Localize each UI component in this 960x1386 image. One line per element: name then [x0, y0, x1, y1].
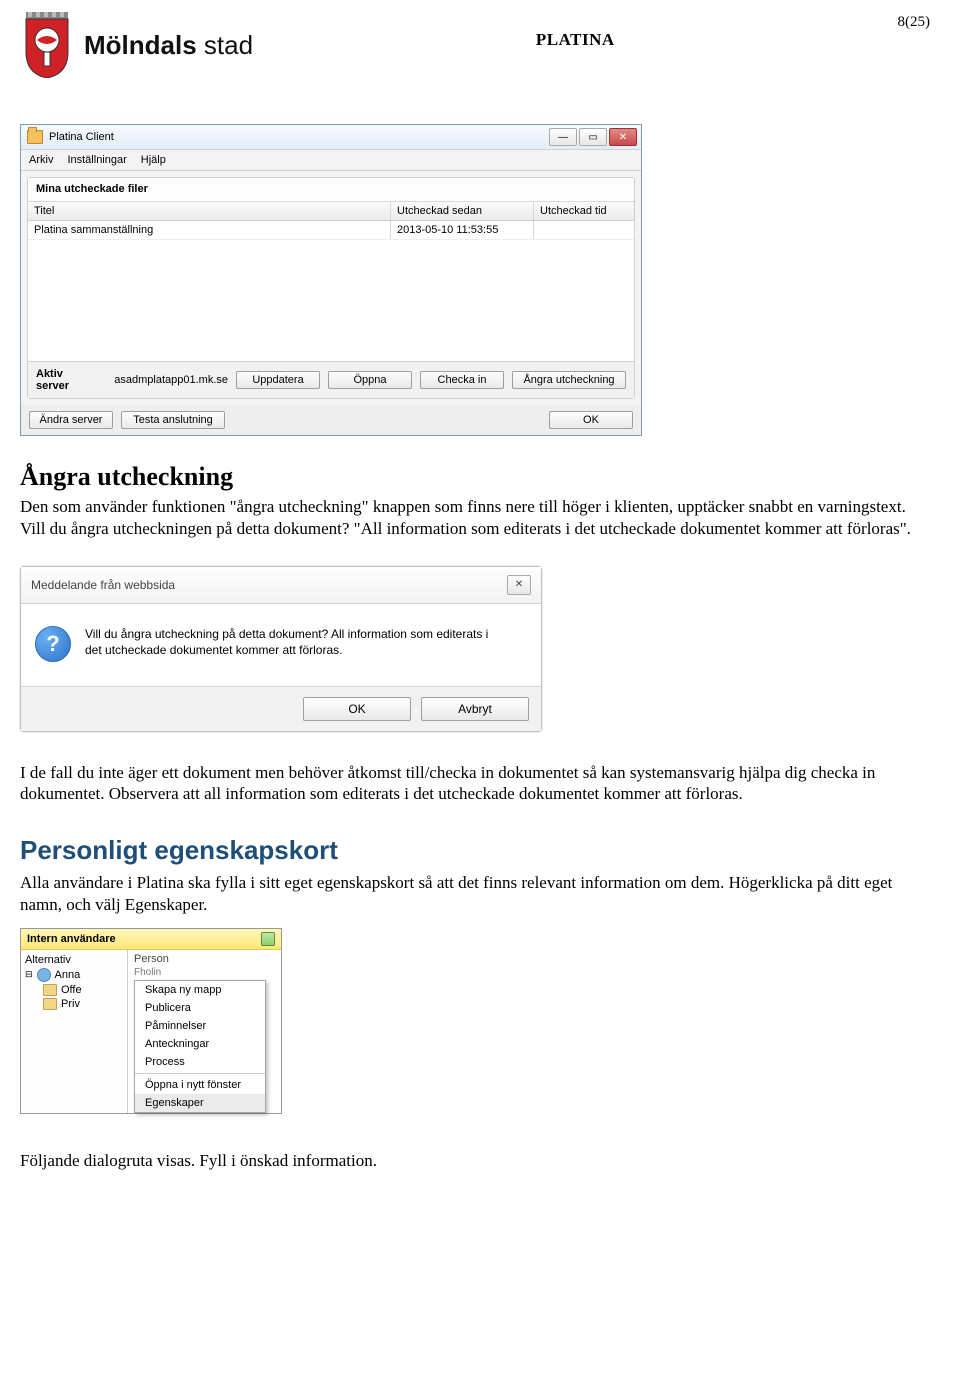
menu-installningar[interactable]: Inställningar: [67, 154, 126, 166]
oppna-button[interactable]: Öppna: [328, 371, 412, 389]
ctx-item-skapa[interactable]: Skapa ny mapp: [135, 981, 265, 999]
refresh-icon[interactable]: [261, 932, 275, 946]
dialog-title-text: Meddelande från webbsida: [31, 578, 175, 592]
dialog-titlebar: Meddelande från webbsida ✕: [21, 567, 541, 604]
col-date[interactable]: Utcheckad sedan: [391, 202, 534, 220]
menubar: Arkiv Inställningar Hjälp: [21, 150, 641, 171]
para-angra: Den som använder funktionen "ångra utche…: [20, 496, 920, 540]
dialog-cancel-button[interactable]: Avbryt: [421, 697, 529, 721]
logo: Mölndals stad: [20, 12, 253, 78]
server-value: asadmplatapp01.mk.se: [114, 374, 228, 386]
window-footer: Ändra server Testa anslutning OK: [21, 405, 641, 435]
ctx-item-anteckningar[interactable]: Anteckningar: [135, 1035, 265, 1053]
ctx-separator: [135, 1073, 265, 1074]
question-icon: ?: [35, 626, 71, 662]
files-panel: Mina utcheckade filer Titel Utcheckad se…: [27, 177, 635, 399]
ctx-item-oppna-nytt[interactable]: Öppna i nytt fönster: [135, 1076, 265, 1094]
folder-icon: [27, 130, 43, 144]
menu-hjalp[interactable]: Hjälp: [141, 154, 166, 166]
ctx-item-paminnelser[interactable]: Påminnelser: [135, 1017, 265, 1035]
tree-user-lastname: Fholin: [134, 967, 277, 978]
angra-utcheckning-button[interactable]: Ångra utcheckning: [512, 371, 626, 389]
window-titlebar: Platina Client — ▭ ✕: [21, 125, 641, 150]
grid-header: Titel Utcheckad sedan Utcheckad tid: [28, 201, 634, 221]
maximize-button[interactable]: ▭: [579, 128, 607, 146]
ctx-item-process[interactable]: Process: [135, 1053, 265, 1071]
ctx-item-publicera[interactable]: Publicera: [135, 999, 265, 1017]
para-egenskapskort: Alla användare i Platina ska fylla i sit…: [20, 872, 920, 916]
col-title[interactable]: Titel: [28, 202, 391, 220]
heading-egenskapskort: Personligt egenskapskort: [20, 835, 930, 866]
ctx-right-header: Person: [134, 953, 277, 965]
folder-icon: [43, 984, 57, 996]
ctx-panel-title: Intern användare: [27, 933, 116, 945]
tree-folder-priv[interactable]: Priv: [25, 997, 123, 1011]
window-title: Platina Client: [49, 131, 114, 143]
cell-title: Platina sammanställning: [28, 221, 391, 239]
dialog-ok-button[interactable]: OK: [303, 697, 411, 721]
heading-angra: Ångra utcheckning: [20, 462, 930, 492]
panel-footer: Aktiv server asadmplatapp01.mk.se Uppdat…: [28, 361, 634, 398]
close-button[interactable]: ✕: [609, 128, 637, 146]
context-screenshot: Intern användare Alternativ ⊟ Anna Offe …: [20, 928, 282, 1114]
ctx-item-egenskaper[interactable]: Egenskaper: [135, 1094, 265, 1112]
tree-user[interactable]: ⊟ Anna: [25, 967, 123, 983]
page-header: Mölndals stad PLATINA 8(25): [20, 12, 930, 78]
cell-date: 2013-05-10 11:53:55: [391, 221, 534, 239]
dialog-close-button[interactable]: ✕: [507, 575, 531, 595]
testa-anslutning-button[interactable]: Testa anslutning: [121, 411, 225, 429]
col-time[interactable]: Utcheckad tid: [534, 202, 634, 220]
dialog-message: Vill du ångra utcheckning på detta dokum…: [85, 626, 505, 662]
server-label: Aktiv server: [36, 368, 96, 392]
ctx-panel-header: Intern användare: [21, 929, 281, 950]
minimize-button[interactable]: —: [549, 128, 577, 146]
user-icon: [37, 968, 51, 982]
checka-in-button[interactable]: Checka in: [420, 371, 504, 389]
tree-alternativ[interactable]: Alternativ: [25, 953, 123, 967]
panel-title: Mina utcheckade filer: [28, 178, 634, 201]
doc-title: PLATINA: [536, 30, 615, 50]
table-row[interactable]: Platina sammanställning 2013-05-10 11:53…: [28, 221, 634, 240]
tree-folder-offe[interactable]: Offe: [25, 983, 123, 997]
app-window: Platina Client — ▭ ✕ Arkiv Inställningar…: [20, 124, 642, 436]
confirm-dialog: Meddelande från webbsida ✕ ? Vill du ång…: [20, 566, 542, 732]
context-menu: Skapa ny mapp Publicera Påminnelser Ante…: [134, 980, 266, 1113]
grid-body: Platina sammanställning 2013-05-10 11:53…: [28, 221, 634, 361]
logo-text: Mölndals stad: [84, 30, 253, 61]
folder-icon: [43, 998, 57, 1010]
andra-server-button[interactable]: Ändra server: [29, 411, 113, 429]
crest-icon: [20, 12, 74, 78]
para-closing: Följande dialogruta visas. Fyll i önskad…: [20, 1150, 920, 1172]
menu-arkiv[interactable]: Arkiv: [29, 154, 53, 166]
para-access: I de fall du inte äger ett dokument men …: [20, 762, 920, 806]
ok-button[interactable]: OK: [549, 411, 633, 429]
uppdatera-button[interactable]: Uppdatera: [236, 371, 320, 389]
page-number: 8(25): [897, 14, 930, 31]
ctx-tree: Alternativ ⊟ Anna Offe Priv: [21, 950, 128, 1113]
cell-time: [534, 221, 634, 239]
